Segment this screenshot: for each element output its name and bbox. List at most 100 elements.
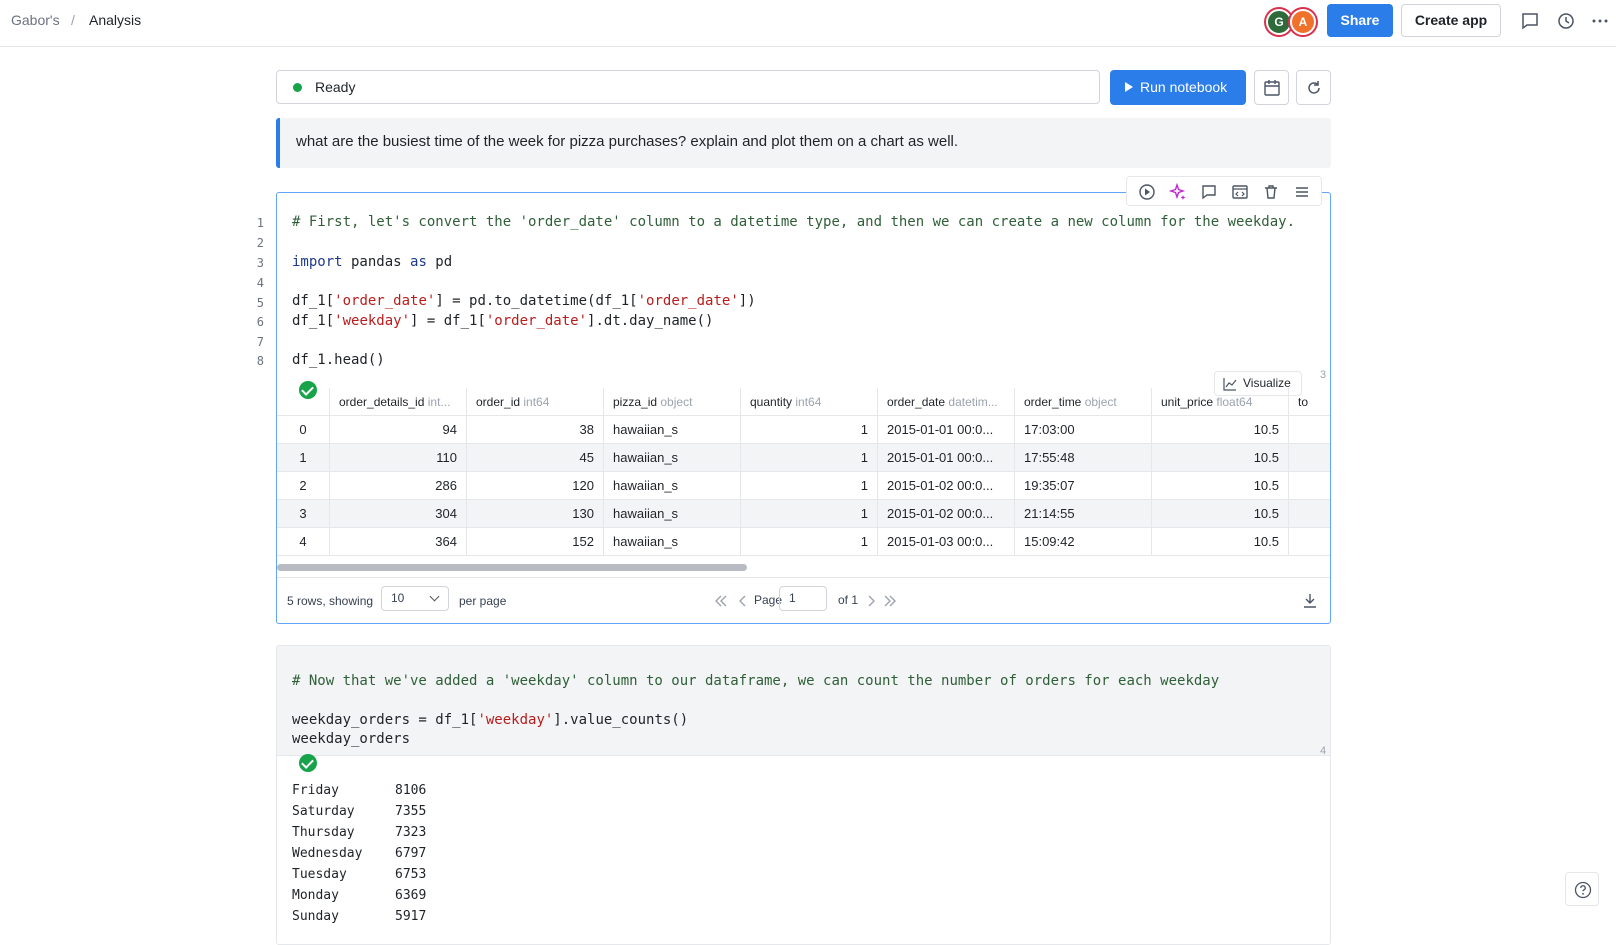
comment-icon[interactable] xyxy=(1520,11,1540,31)
row-index: 1 xyxy=(299,450,307,465)
refresh-button[interactable] xyxy=(1296,70,1331,105)
column-header[interactable]: to xyxy=(1288,388,1330,416)
code-token: pandas xyxy=(342,254,411,270)
table-cell: 152 xyxy=(466,528,603,556)
download-icon[interactable] xyxy=(1303,593,1317,609)
ai-sparkle-icon[interactable] xyxy=(1169,183,1187,201)
table-row: 4 364 152 hawaiian_s 1 2015-01-03 00:0..… xyxy=(277,528,1330,556)
line-number: 6 xyxy=(256,315,264,329)
table-cell xyxy=(1288,444,1330,472)
prompt-block[interactable]: what are the busiest time of the week fo… xyxy=(276,118,1331,168)
code-string: 'weekday' xyxy=(477,712,554,728)
code-token: pd xyxy=(426,254,453,270)
avatar-g[interactable]: G xyxy=(1266,9,1292,35)
column-header[interactable]: order_date datetim... xyxy=(877,388,1014,416)
table-cell: 94 xyxy=(329,416,466,444)
code-editor[interactable] xyxy=(277,646,1330,756)
table-cell: 2015-01-02 00:0... xyxy=(877,472,1014,500)
code-line: df_1['weekday'] = df_1['order_date'].dt.… xyxy=(292,313,713,329)
output-row: Wednesday 6797 xyxy=(292,846,426,861)
horizontal-scrollbar[interactable] xyxy=(277,564,747,571)
breadcrumb-separator: / xyxy=(71,12,75,28)
share-button[interactable]: Share xyxy=(1327,4,1393,37)
code-string: 'weekday' xyxy=(334,313,411,329)
table-cell: hawaiian_s xyxy=(603,472,740,500)
refresh-icon xyxy=(1308,81,1320,94)
table-pager: 5 rows, showing 10 per page Page 1 of 1 xyxy=(277,577,1330,623)
last-page-icon[interactable] xyxy=(883,594,897,608)
column-dtype: object xyxy=(660,395,693,409)
per-page-label: per page xyxy=(459,594,507,608)
help-button[interactable] xyxy=(1565,872,1599,906)
code-string: 'order_date' xyxy=(485,313,588,329)
code-token: ]) xyxy=(738,293,756,309)
table-cell: 19:35:07 xyxy=(1014,472,1151,500)
line-number: 8 xyxy=(256,354,264,368)
table-cell: 10.5 xyxy=(1151,416,1288,444)
code-line: # Now that we've added a 'weekday' colum… xyxy=(292,673,1220,689)
schedule-button[interactable] xyxy=(1254,70,1289,105)
table-cell: 130 xyxy=(466,500,603,528)
table-cell: 1 xyxy=(740,500,877,528)
per-page-select[interactable]: 10 xyxy=(381,586,449,611)
code-token: weekday_orders = df_1[ xyxy=(292,712,478,728)
table-cell: 15:09:42 xyxy=(1014,528,1151,556)
line-number: 7 xyxy=(256,335,264,349)
column-dtype: int64 xyxy=(795,395,822,409)
success-check-icon xyxy=(299,754,317,772)
top-bar: Gabor's / Analysis G A Share Create app xyxy=(0,0,1616,47)
output-row: Thursday 7323 xyxy=(292,825,426,840)
avatar-a[interactable]: A xyxy=(1290,9,1316,35)
column-name: order_date xyxy=(887,395,946,409)
table-cell: 10.5 xyxy=(1151,444,1288,472)
run-cell-icon[interactable] xyxy=(1138,183,1156,201)
column-dtype: datetim... xyxy=(948,395,998,409)
delete-icon[interactable] xyxy=(1262,183,1280,201)
column-name: unit_price xyxy=(1161,395,1214,409)
next-page-icon[interactable] xyxy=(864,594,878,608)
code-cell-2[interactable] xyxy=(276,645,1331,945)
column-header[interactable]: quantity int64 xyxy=(740,388,877,416)
breadcrumb-root[interactable]: Gabor's xyxy=(11,12,60,28)
code-line: df_1['order_date'] = pd.to_datetime(df_1… xyxy=(292,293,756,309)
cell-number: 4 xyxy=(1320,745,1327,757)
status-dot-icon xyxy=(293,83,302,92)
output-row: Friday 8106 xyxy=(292,783,426,798)
column-header[interactable]: pizza_id object xyxy=(603,388,740,416)
history-icon[interactable] xyxy=(1556,11,1576,31)
code-line: df_1.head() xyxy=(292,352,385,368)
page-number-input[interactable]: 1 xyxy=(779,586,827,611)
table-row: 0 94 38 hawaiian_s 1 2015-01-01 00:0... … xyxy=(277,416,1330,444)
page-count-text: of 1 xyxy=(838,593,859,607)
create-app-button[interactable]: Create app xyxy=(1401,4,1501,37)
row-index: 2 xyxy=(299,478,307,493)
comment-icon[interactable] xyxy=(1200,183,1218,201)
page-label: Page xyxy=(754,593,783,607)
table-cell: 45 xyxy=(466,444,603,472)
table-cell: 2015-01-02 00:0... xyxy=(877,500,1014,528)
more-icon[interactable] xyxy=(1590,11,1610,31)
column-header[interactable]: order_details_id int... xyxy=(329,388,466,416)
first-page-icon[interactable] xyxy=(714,594,728,608)
column-header[interactable]: unit_price float64 xyxy=(1151,388,1288,416)
cell-number: 3 xyxy=(1320,369,1327,381)
rows-count-text: 5 rows, showing xyxy=(287,594,374,608)
table-cell: hawaiian_s xyxy=(603,444,740,472)
run-notebook-button[interactable]: Run notebook xyxy=(1110,70,1246,105)
chevron-down-icon xyxy=(429,591,440,602)
table-cell: hawaiian_s xyxy=(603,416,740,444)
menu-icon[interactable] xyxy=(1293,183,1311,201)
output-count: 6753 xyxy=(395,867,427,882)
prev-page-icon[interactable] xyxy=(736,594,750,608)
table-cell xyxy=(1288,500,1330,528)
status-bar: Ready xyxy=(276,70,1100,104)
table-row: 3 304 130 hawaiian_s 1 2015-01-02 00:0..… xyxy=(277,500,1330,528)
table-cell: 364 xyxy=(329,528,466,556)
column-name: order_id xyxy=(476,395,521,409)
output-row: Monday 6369 xyxy=(292,888,426,903)
table-cell: 120 xyxy=(466,472,603,500)
code-toggle-icon[interactable] xyxy=(1231,183,1249,201)
table-cell: 1 xyxy=(740,528,877,556)
column-header[interactable]: order_time object xyxy=(1014,388,1151,416)
column-header[interactable]: order_id int64 xyxy=(466,388,603,416)
